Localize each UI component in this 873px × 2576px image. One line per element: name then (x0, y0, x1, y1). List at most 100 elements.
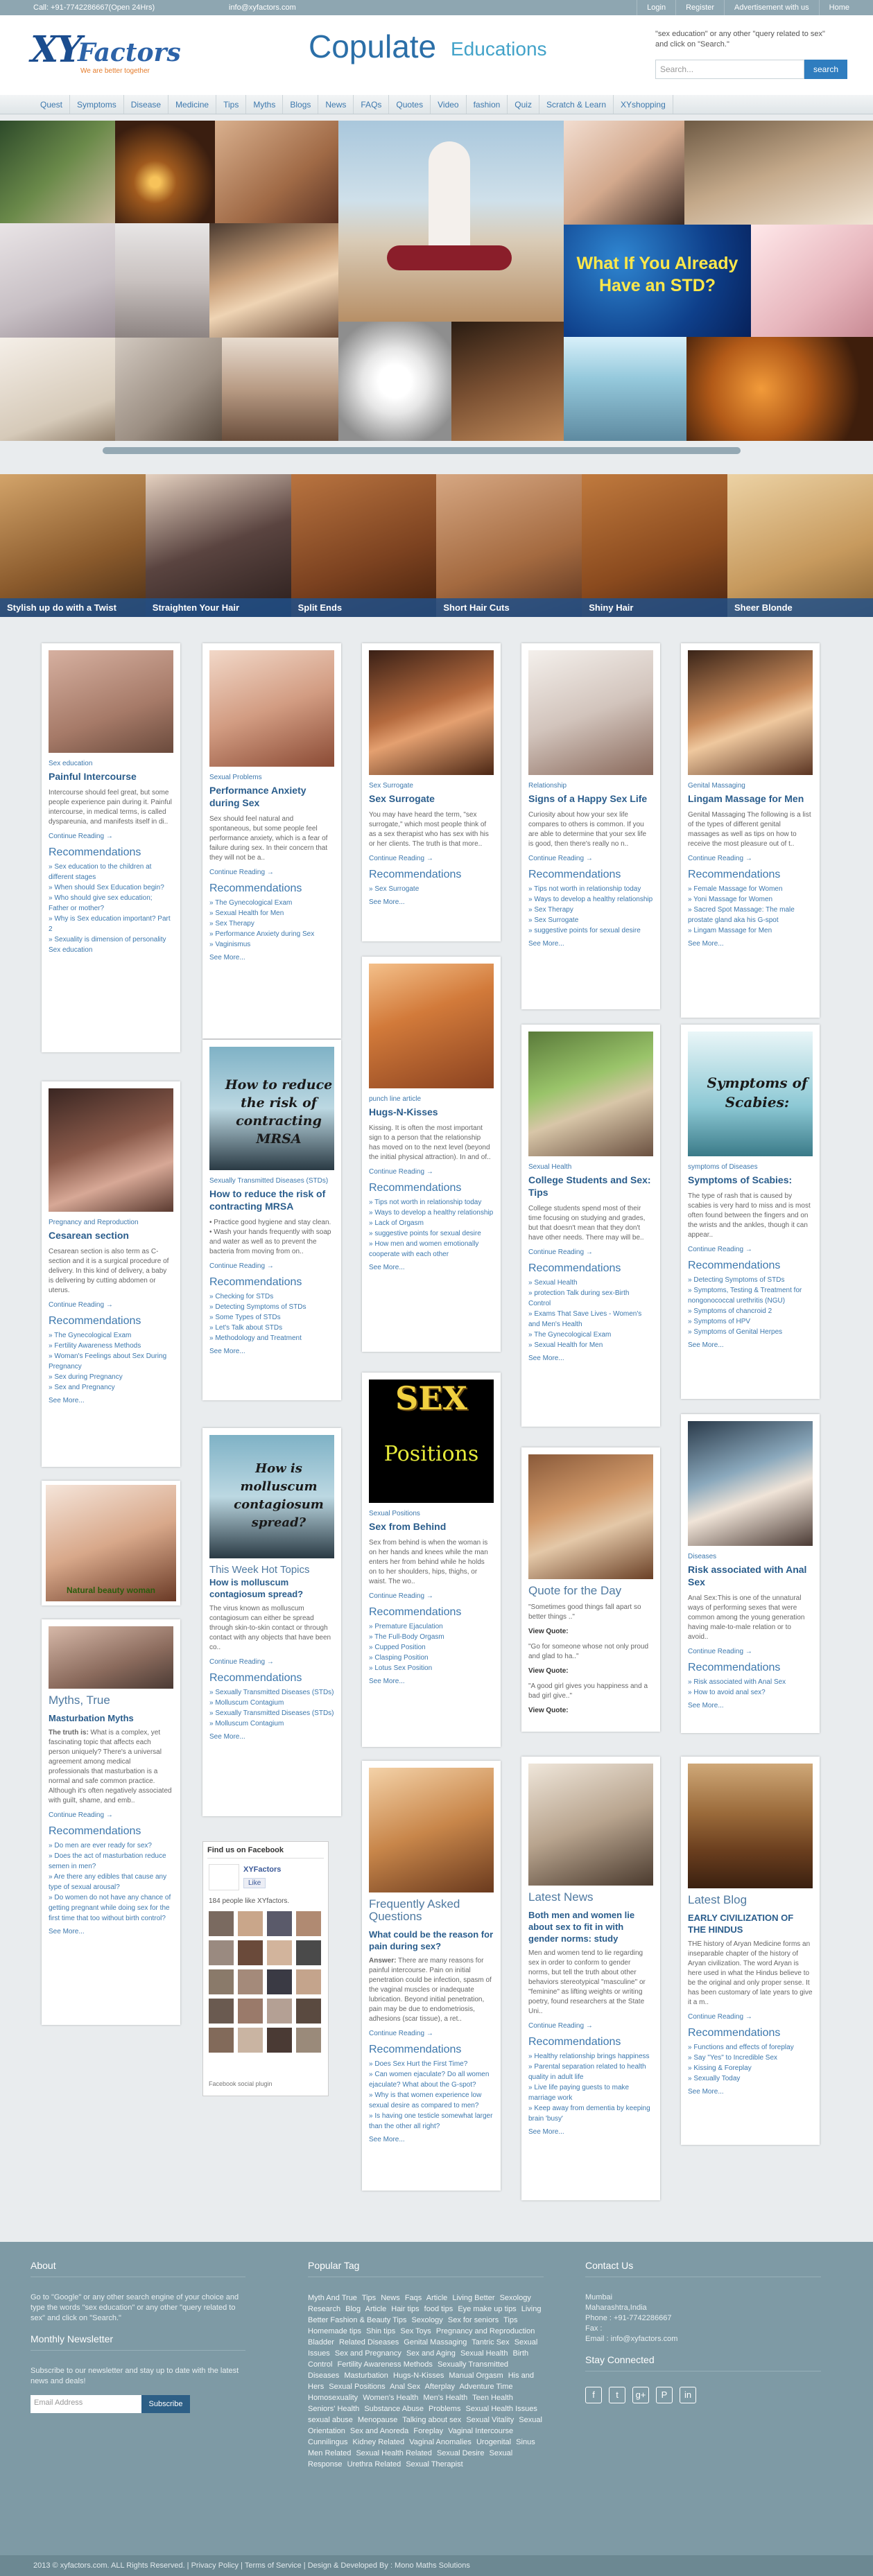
continue-reading-link[interactable]: Continue Reading → (528, 1247, 653, 1257)
tag-link[interactable]: Tips (362, 2294, 376, 2302)
tag-link[interactable]: Myth And True (308, 2294, 357, 2302)
tag-link[interactable]: Bladder (308, 2338, 334, 2347)
recommendation-link[interactable]: Do women do not have any chance of getti… (49, 1892, 173, 1924)
view-quote-link[interactable]: View Quote: (528, 1626, 653, 1637)
recommendation-link[interactable]: Sacred Spot Massage: The male prostate g… (688, 905, 813, 925)
tag-link[interactable]: Urogenital (476, 2438, 511, 2446)
facebook-avatar[interactable] (238, 2028, 263, 2053)
subscribe-button[interactable]: Subscribe (141, 2395, 190, 2413)
recommendation-link[interactable]: When should Sex Education begin? (49, 882, 173, 893)
article-title[interactable]: Cesarean section (49, 1229, 173, 1242)
recommendation-link[interactable]: The Gynecological Exam (528, 1330, 653, 1340)
continue-reading-link[interactable]: Continue Reading → (528, 853, 653, 864)
recommendation-link[interactable]: Sexuality is dimension of personality Se… (49, 934, 173, 955)
see-more-link[interactable]: See More... (369, 1676, 494, 1687)
recommendation-link[interactable]: The Gynecological Exam (49, 1330, 173, 1341)
article-image[interactable] (528, 1032, 653, 1156)
tag-link[interactable]: Pregnancy and Reproduction (436, 2327, 535, 2335)
article-category[interactable]: Sexual Problems (209, 772, 334, 783)
tag-link[interactable]: Teen Health (472, 2394, 513, 2402)
recommendation-link[interactable]: Molluscum Contagium (209, 1698, 334, 1708)
tag-link[interactable]: Sex and Aging (406, 2349, 456, 2358)
recommendation-link[interactable]: Risk associated with Anal Sex (688, 1677, 813, 1687)
tag-link[interactable]: Sex and Anoreda (350, 2427, 408, 2435)
tag-link[interactable]: Homosexuality (308, 2394, 358, 2402)
recommendation-link[interactable]: Say "Yes" to Incredible Sex (688, 2053, 813, 2063)
see-more-link[interactable]: See More... (528, 2127, 653, 2137)
google-plus-icon[interactable]: g+ (632, 2387, 649, 2403)
tag-link[interactable]: Sexual Therapist (406, 2460, 463, 2469)
continue-reading-link[interactable]: Continue Reading → (688, 2012, 813, 2022)
article-image[interactable] (49, 1088, 173, 1212)
tag-link[interactable]: Seniors' Health (308, 2405, 359, 2413)
recommendation-link[interactable]: Sex Surrogate (369, 884, 494, 894)
tag-link[interactable]: Kidney Related (353, 2438, 405, 2446)
linkedin-icon[interactable]: in (680, 2387, 696, 2403)
continue-reading-link[interactable]: Continue Reading → (528, 2021, 653, 2031)
tag-link[interactable]: Adventure Time (459, 2383, 512, 2391)
hair-item[interactable]: Stylish up do with a Twist (0, 474, 146, 617)
article-title[interactable]: Risk associated with Anal Sex (688, 1563, 813, 1588)
site-logo[interactable]: XY Factors We are better together (31, 28, 181, 81)
tag-link[interactable]: Sexual Positions (329, 2383, 385, 2391)
recommendation-link[interactable]: Sex Therapy (209, 919, 334, 929)
recommendation-link[interactable]: Sexual Health for Men (528, 1340, 653, 1350)
see-more-link[interactable]: See More... (528, 939, 653, 949)
contact-email[interactable]: Email : info@xyfactors.com (585, 2334, 821, 2344)
facebook-avatar[interactable] (267, 1969, 292, 1994)
nav-medicine[interactable]: Medicine (168, 95, 217, 114)
article-title[interactable]: What could be the reason for pain during… (369, 1929, 494, 1952)
see-more-link[interactable]: See More... (688, 1340, 813, 1350)
nav-faqs[interactable]: FAQs (354, 95, 390, 114)
article-image[interactable]: Symptoms of Scabies: (688, 1032, 813, 1156)
facebook-avatar[interactable] (296, 1969, 321, 1994)
article-image[interactable]: How is molluscum contagiosum spread? (209, 1435, 334, 1558)
recommendation-link[interactable]: Sex Surrogate (528, 915, 653, 925)
tag-link[interactable]: Article (426, 2294, 448, 2302)
recommendation-link[interactable]: Why is Sex education important? Part 2 (49, 914, 173, 934)
newsletter-email-input[interactable]: Email Address (31, 2395, 141, 2413)
tag-link[interactable]: Talking about sex (402, 2416, 461, 2424)
article-category[interactable]: Diseases (688, 1551, 813, 1562)
article-category[interactable]: punch line article (369, 1094, 494, 1104)
tag-link[interactable]: Sexual Vitality (466, 2416, 514, 2424)
recommendation-link[interactable]: Yoni Massage for Women (688, 894, 813, 905)
continue-reading-link[interactable]: Continue Reading → (369, 853, 494, 864)
hair-item[interactable]: Split Ends (291, 474, 437, 617)
pinterest-icon[interactable]: P (656, 2387, 673, 2403)
tag-link[interactable]: Sexology (412, 2316, 443, 2324)
recommendation-link[interactable]: Live life paying guests to make marriage… (528, 2082, 653, 2103)
recommendation-link[interactable]: Why is that women experience low sexual … (369, 2090, 494, 2111)
article-title[interactable]: Lingam Massage for Men (688, 792, 813, 805)
recommendation-link[interactable]: The Gynecological Exam (209, 898, 334, 908)
recommendation-link[interactable]: Sex during Pregnancy (49, 1372, 173, 1382)
article-category[interactable]: Pregnancy and Reproduction (49, 1217, 173, 1228)
recommendation-link[interactable]: Are there any edibles that cause any typ… (49, 1872, 173, 1892)
recommendation-link[interactable]: suggestive points for sexual desire (528, 925, 653, 936)
recommendation-link[interactable]: Let's Talk about STDs (209, 1323, 334, 1333)
tag-link[interactable]: Substance Abuse (364, 2405, 424, 2413)
recommendation-link[interactable]: Detecting Symptoms of STDs (688, 1275, 813, 1285)
article-title[interactable]: EARLY CIVILIZATION OF THE HINDUS (688, 1912, 813, 1935)
facebook-avatar[interactable] (238, 1999, 263, 2024)
tag-link[interactable]: Homemade tips (308, 2327, 361, 2335)
article-title[interactable]: Sex Surrogate (369, 792, 494, 805)
article-title[interactable]: How to reduce the risk of contracting MR… (209, 1187, 334, 1212)
recommendation-link[interactable]: Symptoms of Genital Herpes (688, 1327, 813, 1337)
recommendation-link[interactable]: Parental separation related to health qu… (528, 2062, 653, 2082)
article-category[interactable]: Relationship (528, 781, 653, 791)
twitter-icon[interactable]: t (609, 2387, 625, 2403)
recommendation-link[interactable]: Methodology and Treatment (209, 1333, 334, 1343)
article-image[interactable] (209, 650, 334, 767)
nav-fashion[interactable]: fashion (467, 95, 508, 114)
article-title[interactable]: How is molluscum contagiosum spread? (209, 1576, 334, 1600)
tag-link[interactable]: Sexology (500, 2294, 531, 2302)
see-more-link[interactable]: See More... (369, 2134, 494, 2145)
article-image[interactable] (369, 964, 494, 1088)
nav-xyshopping[interactable]: XYshopping (614, 95, 673, 114)
tag-link[interactable]: Article (365, 2305, 387, 2313)
article-title[interactable]: Symptoms of Scabies: (688, 1174, 813, 1186)
see-more-link[interactable]: See More... (369, 1262, 494, 1273)
facebook-avatar[interactable] (296, 1911, 321, 1936)
recommendation-link[interactable]: Ways to develop a healthy relationship (528, 894, 653, 905)
